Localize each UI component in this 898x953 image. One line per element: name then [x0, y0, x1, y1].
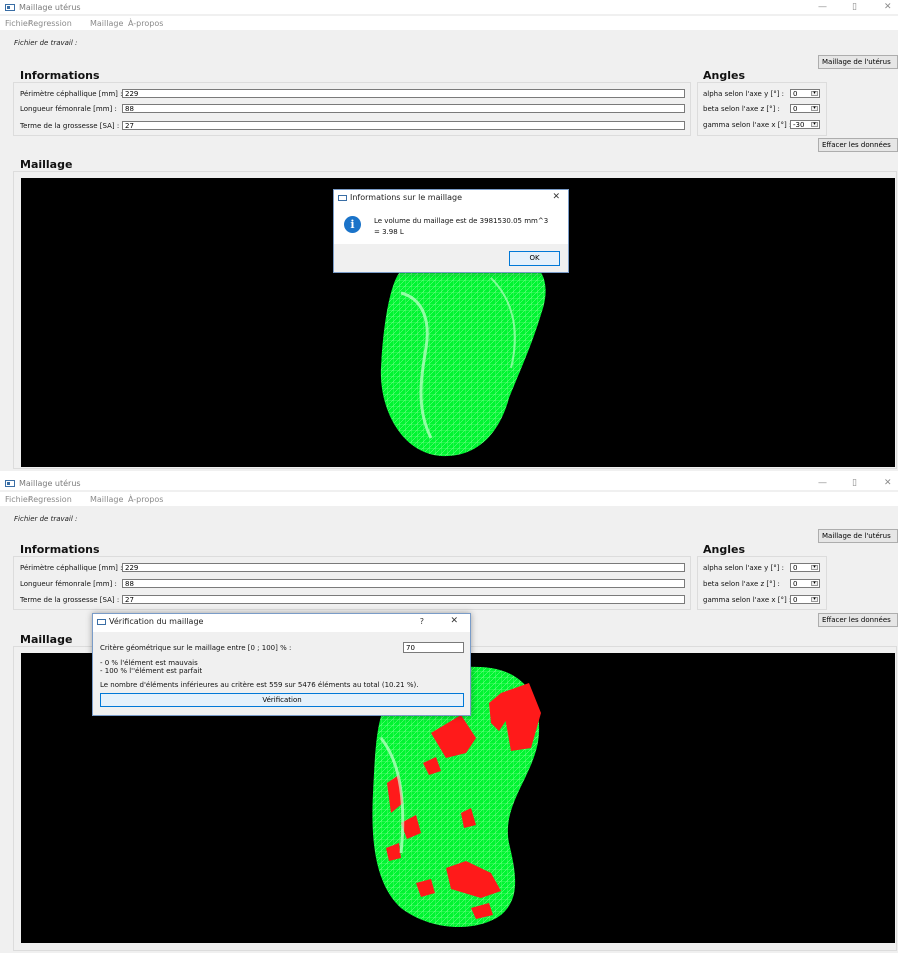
- gamma-value: -30: [793, 121, 805, 129]
- clear-data-button[interactable]: Effacer les données: [818, 613, 898, 627]
- terme-input[interactable]: 27: [122, 121, 685, 130]
- alpha-spinbox[interactable]: 0 ▾: [790, 563, 820, 572]
- longueur-input[interactable]: 88: [122, 579, 685, 588]
- verification-button[interactable]: Vérification: [100, 693, 464, 707]
- perimetre-label: Périmètre céphallique [mm] :: [20, 90, 123, 98]
- beta-spinbox[interactable]: 0 ▾: [790, 579, 820, 588]
- beta-spinbox[interactable]: 0 ▾: [790, 104, 820, 113]
- dialog-title-bar[interactable]: Informations sur le maillage ✕: [334, 190, 568, 206]
- longueur-label: Longueur fémonrale [mm] :: [20, 580, 117, 588]
- spin-arrow-icon[interactable]: ▾: [811, 581, 818, 586]
- alpha-value: 0: [793, 564, 798, 572]
- gamma-value: 0: [793, 596, 798, 604]
- title-bar[interactable]: Maillage utérus — ▯ ✕: [0, 0, 898, 14]
- criterion-input[interactable]: 70: [403, 642, 464, 653]
- info-dialog: Informations sur le maillage ✕ i Le volu…: [333, 189, 569, 273]
- spin-arrow-icon[interactable]: ▾: [811, 565, 818, 570]
- perimetre-label: Périmètre céphallique [mm] :: [20, 564, 123, 572]
- menu-a-propos[interactable]: À-propos: [128, 495, 163, 504]
- main-window-top: Maillage utérus — ▯ ✕ Fichier Regression…: [0, 0, 898, 471]
- app-icon: [97, 619, 106, 625]
- terme-input[interactable]: 27: [122, 595, 685, 604]
- info-dialog-title: Informations sur le maillage: [350, 193, 463, 202]
- alpha-spinbox[interactable]: 0 ▾: [790, 89, 820, 98]
- clear-data-button[interactable]: Effacer les données: [818, 138, 898, 152]
- beta-label: beta selon l'axe z [°] :: [703, 105, 780, 113]
- menu-bar: Fichier Regression Maillage À-propos: [0, 16, 898, 30]
- note-bad: - 0 % l'élément est mauvais: [100, 659, 198, 667]
- ok-button[interactable]: OK: [509, 251, 560, 266]
- angles-title: Angles: [703, 69, 745, 82]
- gamma-spinbox[interactable]: 0 ▾: [790, 595, 820, 604]
- dialog-title-bar[interactable]: Vérification du maillage ? ✕: [93, 614, 470, 630]
- alpha-value: 0: [793, 90, 798, 98]
- verif-dialog-title: Vérification du maillage: [109, 617, 204, 626]
- close-button[interactable]: ✕: [884, 478, 892, 488]
- spin-arrow-icon[interactable]: ▾: [811, 106, 818, 111]
- beta-value: 0: [793, 105, 798, 113]
- alpha-label: alpha selon l'axe y [°] :: [703, 90, 785, 98]
- alpha-label: alpha selon l'axe y [°] :: [703, 564, 785, 572]
- verification-dialog: Vérification du maillage ? ✕ Critère géo…: [92, 613, 471, 716]
- app-icon: [5, 4, 15, 11]
- mesh-uterus-button[interactable]: Maillage de l'utérus: [818, 529, 898, 543]
- spin-arrow-icon[interactable]: ▾: [811, 122, 818, 127]
- perimetre-input[interactable]: 229: [122, 563, 685, 572]
- close-button[interactable]: ✕: [884, 2, 892, 12]
- app-icon: [5, 480, 15, 487]
- title-bar[interactable]: Maillage utérus — ▯ ✕: [0, 476, 898, 490]
- informations-title: Informations: [20, 543, 100, 556]
- gamma-label: gamma selon l'axe x [°] :: [703, 596, 792, 604]
- minimize-button[interactable]: —: [818, 2, 827, 12]
- workfile-label: Fichier de travail :: [14, 39, 78, 47]
- app-icon: [338, 195, 347, 201]
- info-message-line2: = 3.98 L: [374, 228, 404, 236]
- restore-button[interactable]: ▯: [852, 478, 857, 488]
- terme-label: Terme de la grossesse [SA] :: [20, 122, 120, 130]
- window-title: Maillage utérus: [19, 479, 81, 488]
- close-icon[interactable]: ✕: [450, 616, 458, 626]
- menu-regression[interactable]: Regression: [28, 495, 72, 504]
- longueur-input[interactable]: 88: [122, 104, 685, 113]
- window-title: Maillage utérus: [19, 3, 81, 12]
- terme-label: Terme de la grossesse [SA] :: [20, 596, 120, 604]
- help-icon[interactable]: ?: [420, 617, 424, 626]
- spin-arrow-icon[interactable]: ▾: [811, 91, 818, 96]
- minimize-button[interactable]: —: [818, 478, 827, 488]
- criterion-label: Critère géométrique sur le maillage entr…: [100, 644, 292, 652]
- spin-arrow-icon[interactable]: ▾: [811, 597, 818, 602]
- menu-maillage[interactable]: Maillage: [90, 19, 123, 28]
- note-perfect: - 100 % l''élément est parfait: [100, 667, 203, 675]
- longueur-label: Longueur fémonrale [mm] :: [20, 105, 117, 113]
- menu-bar: Fichier Regression Maillage À-propos: [0, 492, 898, 506]
- workfile-label: Fichier de travail :: [14, 515, 78, 523]
- maillage-title: Maillage: [20, 633, 73, 646]
- beta-value: 0: [793, 580, 798, 588]
- restore-button[interactable]: ▯: [852, 2, 857, 12]
- result-text: Le nombre d'éléments inférieures au crit…: [100, 681, 419, 689]
- angles-title: Angles: [703, 543, 745, 556]
- menu-a-propos[interactable]: À-propos: [128, 19, 163, 28]
- perimetre-input[interactable]: 229: [122, 89, 685, 98]
- info-message-line1: Le volume du maillage est de 3981530.05 …: [374, 217, 549, 225]
- menu-regression[interactable]: Regression: [28, 19, 72, 28]
- maillage-title: Maillage: [20, 158, 73, 171]
- info-icon: i: [344, 216, 361, 233]
- close-icon[interactable]: ✕: [552, 192, 560, 202]
- main-window-bottom: Maillage utérus — ▯ ✕ Fichier Regression…: [0, 476, 898, 953]
- informations-title: Informations: [20, 69, 100, 82]
- menu-maillage[interactable]: Maillage: [90, 495, 123, 504]
- mesh-uterus-button[interactable]: Maillage de l'utérus: [818, 55, 898, 69]
- gamma-label: gamma selon l'axe x [°] :: [703, 121, 792, 129]
- gamma-spinbox[interactable]: -30 ▾: [790, 120, 820, 129]
- beta-label: beta selon l'axe z [°] :: [703, 580, 780, 588]
